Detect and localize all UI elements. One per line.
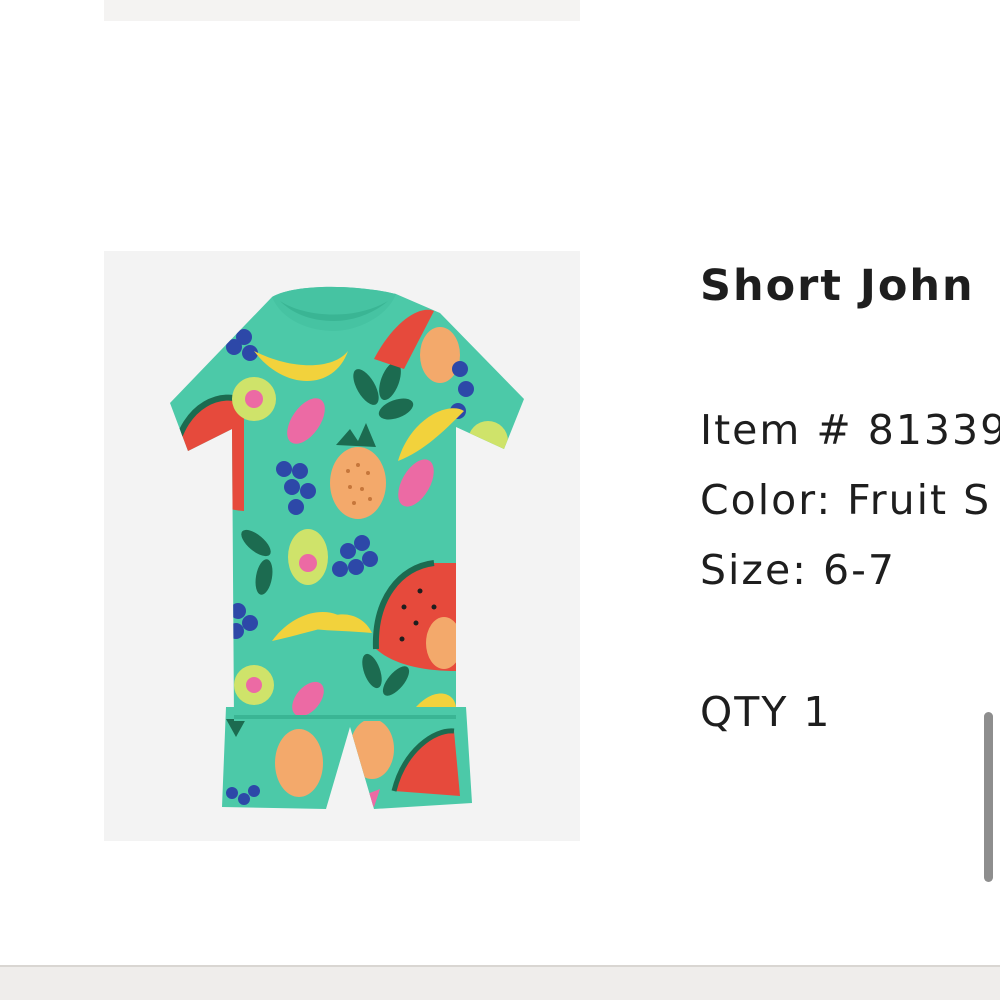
bottom-bar bbox=[0, 965, 1000, 1000]
product-image[interactable] bbox=[104, 251, 580, 841]
item-quantity: QTY 1 bbox=[700, 688, 832, 736]
item-color: Color: Fruit S bbox=[700, 476, 992, 524]
cart-page: Short John Item # 81339 Color: Fruit S S… bbox=[0, 0, 1000, 1000]
scrollbar-thumb[interactable] bbox=[984, 712, 993, 882]
item-number: Item # 81339 bbox=[700, 406, 1000, 454]
previous-item-image[interactable] bbox=[104, 0, 580, 21]
item-size: Size: 6-7 bbox=[700, 546, 896, 594]
pajama-illustration bbox=[170, 286, 524, 809]
item-title[interactable]: Short John bbox=[700, 258, 975, 314]
